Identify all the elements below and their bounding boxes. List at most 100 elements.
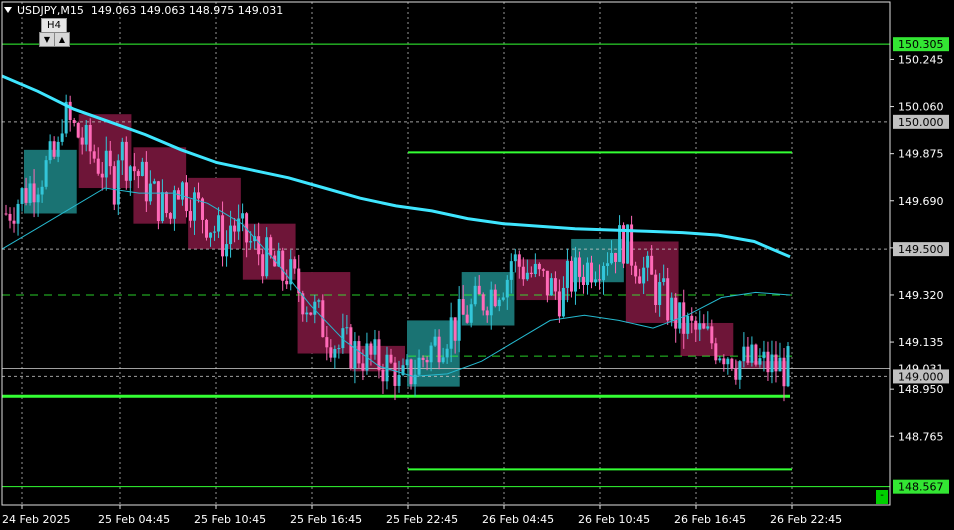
- candle-body: [76, 123, 80, 138]
- candle-body: [305, 312, 309, 315]
- candle-body: [249, 241, 253, 243]
- candle-body: [529, 272, 533, 275]
- candle-body: [128, 166, 132, 181]
- symbol-label: USDJPY,M15: [17, 4, 84, 17]
- candle-body: [674, 297, 678, 329]
- candle-body: [598, 279, 602, 281]
- candle-body: [205, 219, 209, 238]
- candle-body: [553, 278, 557, 292]
- candle-body: [433, 336, 437, 346]
- candle-body: [180, 182, 184, 200]
- candle-body: [325, 337, 329, 348]
- price-tag-label: 150.000: [898, 116, 944, 129]
- price-tick-label: 150.060: [898, 101, 944, 114]
- timeframe-down-button[interactable]: ▼: [39, 32, 55, 47]
- candle-body: [646, 255, 650, 268]
- candle-body: [100, 173, 104, 178]
- chart-header: USDJPY,M15 149.063 149.063 148.975 149.0…: [4, 4, 283, 17]
- candle-body: [148, 183, 152, 202]
- candle-body: [168, 213, 172, 219]
- chart-window[interactable]: 150.245150.060149.875149.690149.505149.3…: [0, 0, 954, 530]
- candle-body: [682, 302, 686, 334]
- candle-body: [746, 346, 750, 363]
- candle-body: [509, 261, 513, 280]
- candle-body: [606, 263, 610, 266]
- candle-body: [120, 141, 124, 161]
- candle-body: [8, 213, 12, 221]
- candle-body: [694, 320, 698, 330]
- candle-body: [533, 263, 537, 275]
- candle-body: [136, 171, 140, 176]
- candle-body: [353, 341, 357, 369]
- candle-body: [225, 244, 229, 257]
- candle-body: [782, 357, 786, 387]
- candle-body: [525, 272, 529, 280]
- candle-body: [453, 317, 457, 341]
- candle-body: [188, 211, 192, 221]
- candle-body: [281, 250, 285, 281]
- candle-body: [473, 285, 477, 305]
- candle-body: [72, 120, 76, 124]
- candle-body: [92, 151, 96, 159]
- candle-body: [233, 225, 237, 232]
- candle-body: [393, 362, 397, 386]
- candle-body: [361, 363, 365, 371]
- candle-body: [461, 299, 465, 315]
- candle-body: [678, 302, 682, 329]
- time-tick-label: 26 Feb 22:45: [770, 513, 842, 526]
- candle-body: [84, 124, 88, 145]
- candle-body: [477, 285, 481, 295]
- candle-body: [602, 265, 606, 281]
- candle-body: [573, 257, 577, 292]
- time-tick-label: 25 Feb 16:45: [290, 513, 362, 526]
- candle-body: [662, 278, 666, 283]
- candle-body: [594, 279, 598, 283]
- candle-body: [337, 348, 341, 350]
- price-tick-label: 149.875: [898, 148, 944, 161]
- candle-body: [654, 274, 658, 306]
- candle-body: [569, 260, 573, 292]
- candle-body: [16, 203, 20, 224]
- candle-body: [241, 213, 245, 219]
- candle-body: [52, 141, 56, 157]
- candle-body: [545, 270, 549, 296]
- candle-body: [229, 225, 233, 245]
- candle-body: [28, 183, 32, 203]
- candle-body: [381, 369, 385, 382]
- candle-body: [505, 279, 509, 298]
- candle-body: [577, 257, 581, 277]
- candle-body: [690, 315, 694, 321]
- candle-body: [217, 215, 221, 232]
- candle-body: [610, 252, 614, 264]
- candle-body: [485, 310, 489, 316]
- candle-body: [754, 344, 758, 365]
- price-tag-label: 148.567: [898, 481, 944, 494]
- candle-body: [718, 358, 722, 361]
- candle-body: [104, 150, 108, 178]
- candle-body: [421, 357, 425, 360]
- candle-body: [156, 181, 160, 222]
- candle-body: [589, 262, 593, 283]
- candle-body: [269, 237, 273, 256]
- candle-body: [221, 215, 225, 257]
- candle-body: [565, 260, 569, 288]
- candle-body: [481, 294, 485, 311]
- candle-body: [261, 254, 265, 277]
- candle-body: [333, 348, 337, 358]
- candle-body: [638, 276, 642, 284]
- h4-candle-box: [516, 259, 570, 301]
- price-tick-label: 148.765: [898, 430, 944, 443]
- price-chart-plot[interactable]: 150.245150.060149.875149.690149.505149.3…: [0, 0, 954, 530]
- candle-body: [132, 166, 136, 172]
- timeframe-up-button[interactable]: ▲: [54, 32, 70, 47]
- candle-body: [766, 351, 770, 373]
- scale-fix-button[interactable]: -: [876, 490, 888, 504]
- candle-body: [614, 252, 618, 262]
- candle-body: [517, 254, 521, 267]
- candle-body: [140, 161, 144, 176]
- candle-body: [192, 192, 196, 221]
- candle-body: [722, 358, 726, 365]
- collapse-triangle-icon[interactable]: [4, 7, 12, 13]
- price-tick-label: 149.690: [898, 195, 944, 208]
- candle-body: [666, 278, 670, 321]
